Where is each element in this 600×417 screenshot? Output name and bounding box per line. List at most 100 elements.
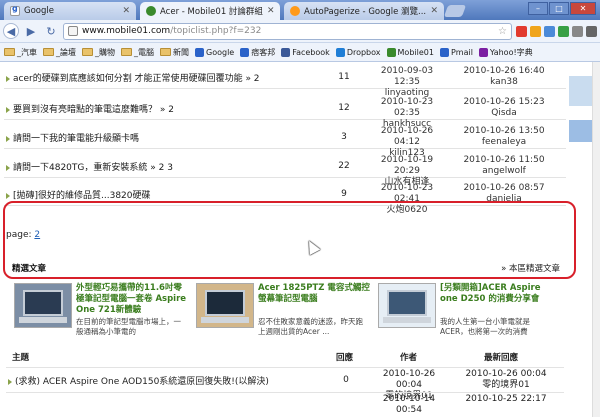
featured-card[interactable]: 外型輕巧易攜帶的11.6吋零極筆記型電腦一套卷 Aspire One 721新體… <box>10 283 190 349</box>
table-row[interactable]: 請問一下我的筆電能升級顯卡嗎 3 2010-10-26 04:12 kilin12… <box>4 125 566 158</box>
last-reply-user[interactable]: kan38 <box>456 77 552 88</box>
featured-card-title[interactable]: Acer 1825PTZ 電容式觸控螢幕筆記型電腦 <box>258 283 370 305</box>
topic-title-link[interactable]: 要買到沒有亮暗點的筆電這麼難嗎？ <box>13 105 157 115</box>
bookmark-dropbox[interactable]: Dropbox <box>335 47 381 57</box>
close-window-button[interactable]: ✕ <box>570 2 596 15</box>
wrench-icon[interactable] <box>586 25 597 37</box>
featured-card[interactable]: Acer 1825PTZ 電容式觸控螢幕筆記型電腦 忍不住敗家意義的迷惑，昨天跑… <box>192 283 372 349</box>
maximize-button[interactable]: □ <box>549 2 569 15</box>
extension-blue-icon[interactable] <box>544 25 555 37</box>
bookmark-star-icon[interactable]: ☆ <box>498 26 507 37</box>
bookmark-label: _購物 <box>95 47 115 57</box>
bookmark-google[interactable]: Google <box>195 47 234 57</box>
table-row[interactable]: (求救) ACER Aspire One AOD150系統還原回復失敗!(以解決… <box>6 367 564 401</box>
last-reply-user[interactable]: Qisda <box>456 108 552 119</box>
folder-icon <box>160 48 171 56</box>
featured-card-title[interactable]: 外型輕巧易攜帶的11.6吋零極筆記型電腦一套卷 Aspire One 721新體… <box>76 283 188 316</box>
topic-arrow-icon <box>6 75 10 82</box>
bookmark-label: _汽車 <box>17 47 37 57</box>
topic-title-link[interactable]: 請問一下4820TG，重新安裝系統 <box>13 163 147 173</box>
forward-arrow-icon[interactable]: ▶ <box>23 23 39 39</box>
bookmark-folder-shopping[interactable]: _購物 <box>82 47 115 58</box>
bookmark-pixnet[interactable]: 痞客邦 <box>240 47 275 58</box>
bookmark-label: Facebook <box>292 47 330 57</box>
bookmark-pmail[interactable]: Pmail <box>439 47 473 57</box>
last-reply-date: 2010-10-26 00:04 <box>465 369 547 379</box>
featured-articles: 外型輕巧易攜帶的11.6吋零極筆記型電腦一套卷 Aspire One 721新體… <box>6 281 566 351</box>
page-menu-icon[interactable] <box>572 25 583 37</box>
tab-strip: Google ✕ Acer - Mobile01 討論群組 ✕ AutoPage… <box>0 0 600 20</box>
bookmark-facebook[interactable]: Facebook <box>281 47 330 57</box>
post-date: 2010-09-03 12:35 <box>380 66 434 87</box>
google-icon <box>195 47 204 57</box>
bookmark-label: Pmail <box>450 47 473 57</box>
table-row[interactable]: 2010-10-14 00:54 2010-10-25 22:17 <box>6 392 564 416</box>
topic-page-links[interactable]: » 2 3 <box>147 163 173 173</box>
topic-page-links[interactable]: » 2 <box>243 74 259 84</box>
sidebar-ad-image[interactable] <box>569 76 592 106</box>
bookmarks-bar: _汽車 _論壇 _購物 _電腦 新聞 Google 痞客邦 Facebook D… <box>0 43 600 62</box>
new-tab-button[interactable] <box>443 5 467 17</box>
google-favicon-icon <box>10 4 20 16</box>
address-bar[interactable]: www.mobile01.com/topiclist.php?f=232 ☆ <box>63 22 512 40</box>
laptop-thumbnail[interactable] <box>196 283 254 328</box>
topic-arrow-icon <box>6 192 10 199</box>
bookmark-yahoo-dictionary[interactable]: Yahoo!字典 <box>478 47 533 58</box>
url-host: www.mobile01.com <box>82 26 171 36</box>
table-row[interactable]: 請問一下4820TG，重新安裝系統 » 2 3 22 2010-10-19 20… <box>4 154 566 187</box>
extension-orange-icon[interactable] <box>530 25 541 37</box>
last-reply-user[interactable]: angelwolf <box>456 166 552 177</box>
featured-card[interactable]: [另類開箱]ACER Aspire one D250 的消費分享會 我的人生第一… <box>374 283 554 349</box>
bookmark-folder-news[interactable]: 新聞 <box>160 47 189 58</box>
tab-label: Acer - Mobile01 討論群組 <box>160 7 263 17</box>
yahoo-icon <box>478 47 488 57</box>
pixnet-icon <box>240 47 250 57</box>
last-reply-user[interactable]: feenaleya <box>456 137 552 148</box>
featured-card-title[interactable]: [另類開箱]ACER Aspire one D250 的消費分享會 <box>440 283 552 305</box>
minimize-button[interactable]: – <box>528 2 548 15</box>
pmail-icon <box>439 47 449 57</box>
back-arrow-icon[interactable]: ◀ <box>3 23 19 39</box>
tab-close-icon[interactable]: ✕ <box>122 6 130 16</box>
bookmark-folder-forum[interactable]: _論壇 <box>43 47 76 58</box>
dropbox-icon <box>335 47 345 57</box>
topic-title-link[interactable]: (求救) ACER Aspire One AOD150系統還原回復失敗!(以解決… <box>15 377 269 387</box>
tab-close-icon[interactable]: ✕ <box>267 6 275 16</box>
post-date: 2010-10-26 00:04 <box>382 369 436 390</box>
mobile01-icon <box>386 47 396 57</box>
vertical-scrollbar[interactable] <box>592 62 600 417</box>
mobile01-favicon-icon <box>146 6 156 16</box>
reload-icon[interactable]: ↻ <box>43 23 59 39</box>
bookmark-folder-computer[interactable]: _電腦 <box>121 47 154 58</box>
reply-count: 9 <box>341 189 347 199</box>
autopagerize-favicon-icon <box>290 6 300 16</box>
last-reply-user[interactable]: 零的境界01 <box>458 380 554 391</box>
extension-green-icon[interactable] <box>558 25 569 37</box>
navigation-toolbar: ◀ ▶ ↻ www.mobile01.com/topiclist.php?f=2… <box>0 20 600 43</box>
column-subject: 主題 <box>12 353 30 363</box>
page-icon <box>68 26 78 36</box>
topic-page-links[interactable]: » 2 <box>157 105 174 115</box>
topic-arrow-icon <box>8 378 12 385</box>
topic-title-link[interactable]: acer的硬碟到底應該如何分割 才能正常使用硬碟回覆功能 <box>13 74 243 84</box>
facebook-icon <box>281 47 291 57</box>
folder-icon <box>121 48 132 56</box>
bookmark-mobile01[interactable]: Mobile01 <box>386 47 434 57</box>
tab-autopagerize[interactable]: AutoPagerize - Google 瀏覽... ✕ <box>284 2 444 20</box>
laptop-thumbnail[interactable] <box>378 283 436 328</box>
tab-google[interactable]: Google ✕ <box>4 2 136 20</box>
reply-count: 3 <box>341 132 347 142</box>
column-author: 作者 <box>400 353 418 363</box>
sidebar-ad-image[interactable] <box>569 120 592 142</box>
topic-title-link[interactable]: 請問一下我的筆電能升級顯卡嗎 <box>13 134 139 144</box>
tab-mobile01[interactable]: Acer - Mobile01 討論群組 ✕ <box>140 2 280 20</box>
laptop-thumbnail[interactable] <box>14 283 72 328</box>
bookmark-folder-cars[interactable]: _汽車 <box>4 47 37 58</box>
reply-count: 12 <box>338 103 350 113</box>
table-row[interactable]: acer的硬碟到底應該如何分割 才能正常使用硬碟回覆功能 » 2 11 2010… <box>4 65 566 98</box>
table-row[interactable]: 要買到沒有亮暗點的筆電這麼難嗎？ » 2 12 2010-10-23 02:35… <box>4 96 566 129</box>
tab-close-icon[interactable]: ✕ <box>430 6 438 16</box>
extension-red-icon[interactable] <box>516 25 527 37</box>
topic-title-link[interactable]: [拋磚]很好的維修品質...3820硬碟 <box>13 191 151 201</box>
folder-icon <box>43 48 54 56</box>
